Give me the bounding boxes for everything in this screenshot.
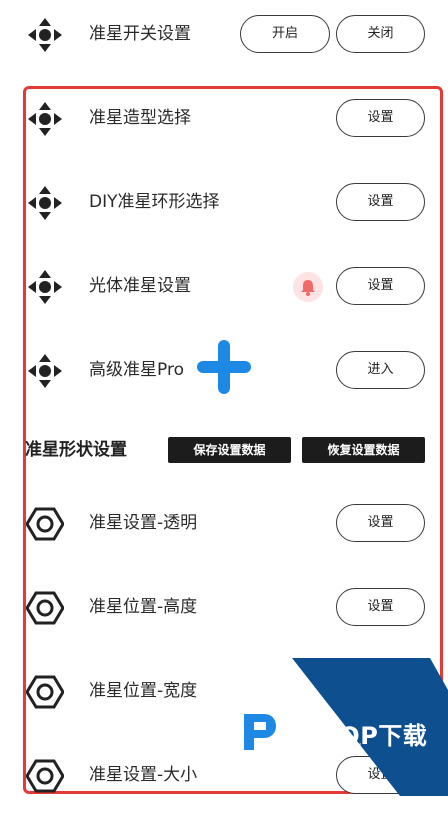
move-arrows-icon xyxy=(28,354,62,388)
hex-nut-icon xyxy=(26,759,64,793)
row-crosshair-style: 准星造型选择 设置 xyxy=(0,76,448,160)
row-size: 准星设置-大小 设置 xyxy=(0,733,448,817)
row-label: 光体准星设置 xyxy=(89,276,191,296)
row-diy-ring: DIY准星环形选择 设置 xyxy=(0,160,448,244)
set-button[interactable]: 设置 xyxy=(336,267,425,305)
row-label: 准星设置-透明 xyxy=(89,513,198,533)
move-arrows-icon xyxy=(28,18,62,52)
row-label: 准星造型选择 xyxy=(89,108,191,128)
set-button[interactable]: 设置 xyxy=(336,99,425,137)
disable-button[interactable]: 关闭 xyxy=(336,15,425,53)
row-light-crosshair: 光体准星设置 设置 xyxy=(0,244,448,328)
bell-icon[interactable] xyxy=(293,272,323,302)
move-arrows-icon xyxy=(28,186,62,220)
row-transparency: 准星设置-透明 设置 xyxy=(0,481,448,565)
move-arrows-icon xyxy=(28,102,62,136)
set-button[interactable]: 设置 xyxy=(336,588,425,626)
enable-button[interactable]: 开启 xyxy=(240,15,330,53)
hex-nut-icon xyxy=(26,591,64,625)
row-label: DIY准星环形选择 xyxy=(89,192,220,212)
crosshair-toggle-row: 准星开关设置 开启 关闭 xyxy=(0,0,448,76)
section-title: 准星形状设置 xyxy=(25,440,127,460)
set-button[interactable]: 设置 xyxy=(336,672,425,710)
row-label: 高级准星Pro xyxy=(89,360,184,380)
row-label: 准星位置-高度 xyxy=(89,597,198,617)
hex-nut-icon xyxy=(26,507,64,541)
plus-icon xyxy=(197,340,251,394)
enter-button[interactable]: 进入 xyxy=(336,351,425,389)
restore-settings-button[interactable]: 恢复设置数据 xyxy=(302,437,425,463)
hex-nut-icon xyxy=(26,675,64,709)
row-width: 准星位置-宽度 设置 xyxy=(0,649,448,733)
row-height: 准星位置-高度 设置 xyxy=(0,565,448,649)
set-button[interactable]: 设置 xyxy=(336,756,425,794)
crosshair-toggle-label: 准星开关设置 xyxy=(89,24,191,44)
set-button[interactable]: 设置 xyxy=(336,504,425,542)
row-label: 准星设置-大小 xyxy=(89,765,198,785)
move-arrows-icon xyxy=(28,270,62,304)
row-label: 准星位置-宽度 xyxy=(89,681,198,701)
save-settings-button[interactable]: 保存设置数据 xyxy=(168,437,291,463)
set-button[interactable]: 设置 xyxy=(336,183,425,221)
